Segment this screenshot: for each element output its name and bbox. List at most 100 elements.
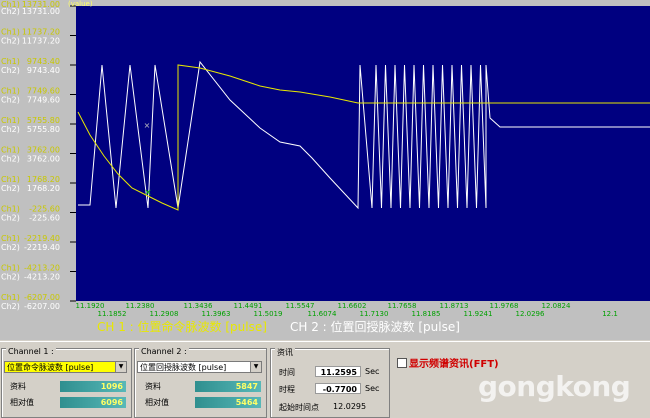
y-tick-label-ch1-prefix: Ch1) <box>1 205 20 214</box>
y-tick-label-ch2-prefix: Ch2) <box>1 273 20 282</box>
channel2-select-value: 位置回授脉波数 [pulse] <box>140 363 227 372</box>
y-tick-label-ch2-prefix: Ch2) <box>1 37 20 46</box>
channel1-data-value: 1096 <box>60 381 126 392</box>
x-tick-label-bottom: 11.2908 <box>150 310 179 318</box>
range-label: 时程 <box>279 385 295 394</box>
y-tick-label-ch1-prefix: Ch1) <box>1 175 20 184</box>
legend-ch1: CH 1 : 位置命令脉波数 [pulse] <box>97 320 267 334</box>
range-value: -0.7700 <box>315 383 361 394</box>
x-tick-label-bottom: 11.5019 <box>254 310 283 318</box>
x-tick-label-top: 11.2380 <box>126 302 155 310</box>
plot-panel: 13731.00 Ch1) 13731.00 Ch2) 11737.20 Ch1) 1173… <box>0 0 650 340</box>
y-tick-label-ch1: 1768.20 <box>27 175 60 184</box>
y-tick-label-ch1: 11737.20 <box>22 28 60 37</box>
channel2-title: Channel 2 : <box>139 347 189 356</box>
channel2-data-value: 5847 <box>195 381 261 392</box>
range-unit: Sec <box>365 384 380 393</box>
info-title: 资讯 <box>275 347 295 358</box>
y-tick-label-ch2: 3762.00 <box>27 155 60 164</box>
y-tick-label-ch2: 9743.40 <box>27 66 60 75</box>
x-tick-label-top: 11.5547 <box>286 302 315 310</box>
y-tick-label-ch1: 7749.60 <box>27 87 60 96</box>
watermark-logo: gongkong <box>478 370 631 403</box>
cursor-marker-ch1: × <box>144 188 152 198</box>
y-tick-label-ch2: 7749.60 <box>27 96 60 105</box>
channel2-select[interactable]: 位置回授脉波数 [pulse] ▼ <box>137 361 262 373</box>
channel1-rel-label: 相对值 <box>10 398 34 407</box>
x-tick-label-top: 11.6602 <box>338 302 367 310</box>
chart-legend: CH 1 : 位置命令脉波数 [pulse] CH 2 : 位置回授脉波数 [p… <box>0 318 650 338</box>
y-tick-label-ch2-prefix: Ch2) <box>1 125 20 134</box>
y-tick-label-ch2: -4213.20 <box>24 273 60 282</box>
x-tick-label-top: 11.7658 <box>388 302 417 310</box>
x-tick-label-top: 11.3436 <box>184 302 213 310</box>
y-tick-label-ch2-prefix: Ch2) <box>1 214 20 223</box>
y-tick-label-ch1: 3762.00 <box>27 146 60 155</box>
y-tick-label-ch2: 11737.20 <box>22 37 60 46</box>
channel1-group: Channel 1 : 位置命令脉波数 [pulse] ▼ 资料 1096 相对… <box>1 347 132 418</box>
channel1-data-label: 资料 <box>10 382 26 391</box>
y-tick-label-ch1-prefix: Ch1) <box>1 57 20 66</box>
channel1-select[interactable]: 位置命令脉波数 [pulse] ▼ <box>4 361 127 373</box>
y-tick-label-ch1-prefix: Ch1) <box>1 264 20 273</box>
y-tick-label-ch2-prefix: Ch2) <box>1 302 20 311</box>
y-tick-label-ch1: 9743.40 <box>27 57 60 66</box>
y-tick-label-ch2-prefix: Ch2) <box>1 66 20 75</box>
channel2-group: Channel 2 : 位置回授脉波数 [pulse] ▼ 资料 5847 相对… <box>134 347 267 418</box>
cursor-marker-ch2: × <box>144 121 151 130</box>
time-value: 11.2595 <box>315 366 361 377</box>
legend-ch2: CH 2 : 位置回授脉波数 [pulse] <box>290 320 460 334</box>
y-tick-label-ch2: 5755.80 <box>27 125 60 134</box>
time-unit: Sec <box>365 367 380 376</box>
y-tick-label-ch2-prefix: Ch2) <box>1 7 20 16</box>
y-tick-label-ch1-prefix: Ch1) <box>1 234 20 243</box>
channel2-rel-label: 相对值 <box>145 398 169 407</box>
y-tick-label-ch1-prefix: Ch1) <box>1 87 20 96</box>
y-tick-label-ch2-prefix: Ch2) <box>1 243 20 252</box>
x-tick-label-bottom: 11.6074 <box>308 310 337 318</box>
channel1-title: Channel 1 : <box>6 347 56 356</box>
chevron-down-icon[interactable]: ▼ <box>115 362 126 372</box>
x-tick-label-top: 11.1920 <box>76 302 105 310</box>
x-tick-label-top: 11.8713 <box>440 302 469 310</box>
y-tick-label-ch1: -225.60 <box>29 205 60 214</box>
info-group: 资讯 时间 11.2595 Sec 时程 -0.7700 Sec 起始时间点 1… <box>270 347 390 418</box>
y-tick-label-ch1-prefix: Ch1) <box>1 28 20 37</box>
y-tick-label-ch2: 13731.00 <box>22 7 60 16</box>
y-tick-label-ch1-prefix: Ch1) <box>1 116 20 125</box>
y-tick-label-ch2: -6207.00 <box>24 302 60 311</box>
y-tick-label-ch1-prefix: Ch1) <box>1 293 20 302</box>
y-tick-label-ch2-prefix: Ch2) <box>1 155 20 164</box>
y-axis-label: (value) <box>68 0 93 8</box>
start-label: 起始时间点 <box>279 403 319 412</box>
time-label: 时间 <box>279 368 295 377</box>
y-tick-label-ch1-prefix: Ch1) <box>1 146 20 155</box>
fft-checkbox[interactable] <box>397 358 407 368</box>
chart-area[interactable]: 13731.00Ch1)13731.00Ch2)11737.20Ch1)1173… <box>0 0 650 340</box>
channel2-data-label: 资料 <box>145 382 161 391</box>
x-tick-label-bottom: 11.8185 <box>412 310 441 318</box>
x-tick-label-bottom: 11.9241 <box>464 310 493 318</box>
plot-background <box>76 6 650 301</box>
x-tick-label-top: 11.9768 <box>490 302 519 310</box>
channel1-select-value: 位置命令脉波数 [pulse] <box>7 363 94 372</box>
x-tick-label-bottom: 11.1852 <box>98 310 127 318</box>
x-tick-label-bottom: 11.3963 <box>202 310 231 318</box>
y-tick-label-ch2: -2219.40 <box>24 243 60 252</box>
y-tick-label-ch2: 1768.20 <box>27 184 60 193</box>
y-tick-label-ch2-prefix: Ch2) <box>1 184 20 193</box>
fft-label[interactable]: 显示频谱资讯(FFT) <box>409 355 499 370</box>
y-tick-label-ch2-prefix: Ch2) <box>1 96 20 105</box>
channel1-rel-value: 6096 <box>60 397 126 408</box>
y-tick-label-ch1: 5755.80 <box>27 116 60 125</box>
x-tick-label-top: 12.0824 <box>542 302 571 310</box>
channel2-rel-value: 5464 <box>195 397 261 408</box>
y-tick-label-ch1: -6207.00 <box>24 293 60 302</box>
x-tick-label-bottom: 12.0296 <box>516 310 545 318</box>
y-tick-label-ch1: -4213.20 <box>24 264 60 273</box>
chevron-down-icon[interactable]: ▼ <box>250 362 261 372</box>
x-tick-label-top: 11.4491 <box>234 302 263 310</box>
x-tick-label-bottom: 12.1 <box>602 310 618 318</box>
y-tick-label-ch2: -225.60 <box>29 214 60 223</box>
y-tick-label-ch1: -2219.40 <box>24 234 60 243</box>
